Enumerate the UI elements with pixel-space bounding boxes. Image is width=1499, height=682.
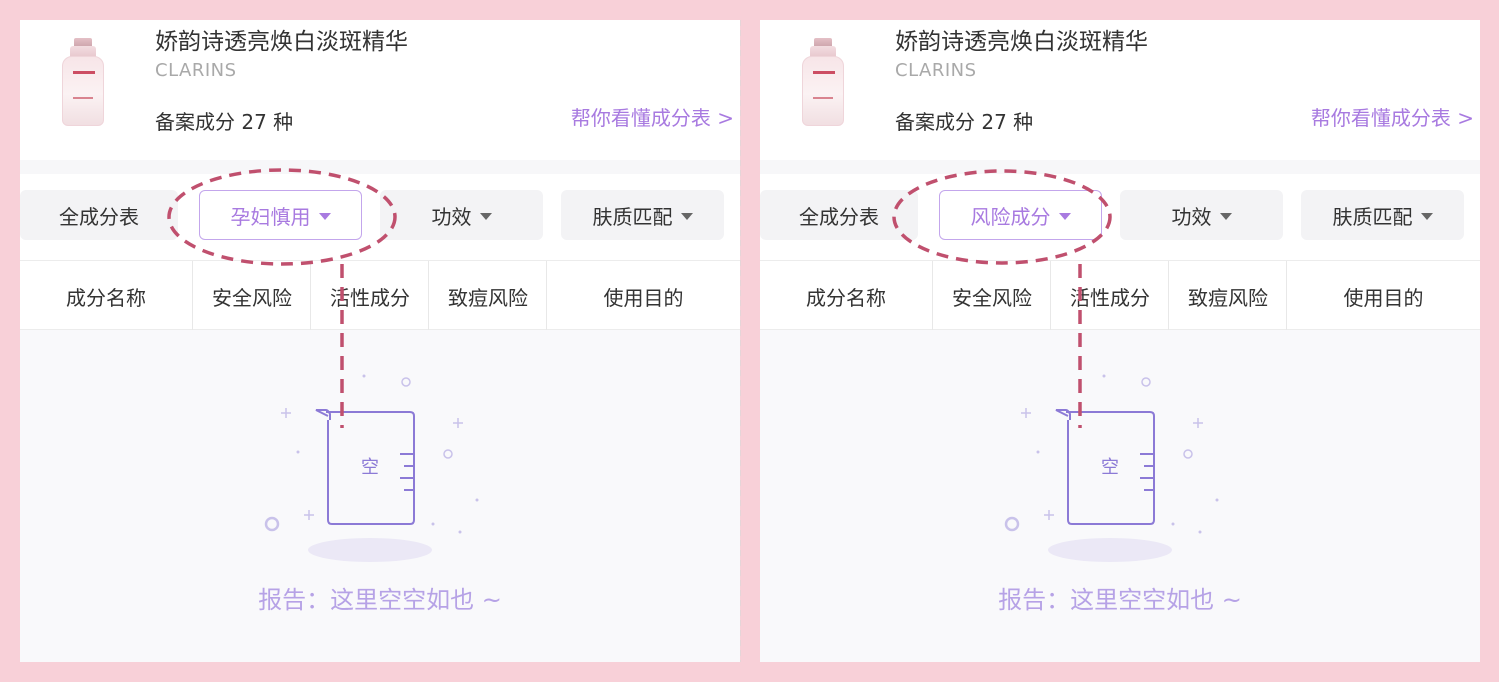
beaker-empty-label: 空 — [361, 457, 379, 478]
filter-tab-label: 风险成分 — [970, 204, 1051, 229]
filter-tab-label: 功效 — [1171, 204, 1212, 229]
section-gap — [760, 160, 1480, 174]
product-image — [60, 38, 106, 128]
column-acne-risk[interactable]: 致痘风险 — [1169, 261, 1287, 331]
caret-down-icon — [1420, 212, 1433, 220]
product-brand: CLARINS — [155, 60, 237, 81]
section-gap — [20, 160, 740, 174]
help-understand-ingredients-link[interactable]: 帮你看懂成分表 > — [571, 102, 734, 131]
product-header: 娇韵诗透亮焕白淡斑精华 CLARINS 备案成分 27 种 帮你看懂成分表 > — [760, 20, 1480, 160]
caret-down-icon — [479, 212, 492, 220]
column-active-ingredient[interactable]: 活性成分 — [311, 261, 429, 331]
ingredient-count: 备案成分 27 种 — [895, 110, 1034, 134]
filter-tab-label: 功效 — [431, 204, 472, 229]
filter-tab-label: 肤质匹配 — [592, 204, 673, 229]
empty-state: 空 报告：这里空空如也 ~ — [760, 330, 1480, 662]
column-acne-risk[interactable]: 致痘风险 — [429, 261, 547, 331]
filter-tab-skin-match[interactable]: 肤质匹配 — [1301, 190, 1464, 240]
table-header: 成分名称 安全风险 活性成分 致痘风险 使用目的 — [760, 260, 1480, 331]
empty-message: 报告：这里空空如也 ~ — [998, 586, 1242, 614]
product-name: 娇韵诗透亮焕白淡斑精华 — [155, 29, 408, 55]
column-purpose[interactable]: 使用目的 — [1287, 261, 1480, 331]
filter-tab-label: 孕妇慎用 — [230, 204, 311, 229]
filter-tab-label: 全成分表 — [799, 204, 879, 229]
help-understand-ingredients-link[interactable]: 帮你看懂成分表 > — [1311, 102, 1474, 131]
table-header: 成分名称 安全风险 活性成分 致痘风险 使用目的 — [20, 260, 740, 331]
empty-beaker-icon: 空 — [264, 374, 479, 562]
filter-bar: 全成分表 孕妇慎用 功效 肤质匹配 — [20, 174, 740, 260]
column-ingredient-name[interactable]: 成分名称 — [20, 261, 192, 331]
filter-tab-risk-ingredients[interactable]: 风险成分 — [939, 190, 1102, 240]
panel-right: 娇韵诗透亮焕白淡斑精华 CLARINS 备案成分 27 种 帮你看懂成分表 > … — [760, 20, 1480, 662]
panel-divider — [740, 20, 741, 662]
empty-beaker-icon: 空 — [1004, 374, 1219, 562]
filter-tab-label: 肤质匹配 — [1332, 204, 1413, 229]
caret-down-icon — [1058, 212, 1071, 220]
column-safety-risk[interactable]: 安全风险 — [933, 261, 1051, 331]
product-brand: CLARINS — [895, 60, 977, 81]
product-name: 娇韵诗透亮焕白淡斑精华 — [895, 29, 1148, 55]
filter-tab-all-ingredients[interactable]: 全成分表 — [760, 190, 918, 240]
product-image — [800, 38, 846, 128]
caret-down-icon — [318, 212, 331, 220]
caret-down-icon — [680, 212, 693, 220]
ingredient-count: 备案成分 27 种 — [155, 110, 294, 134]
empty-state: 空 报告：这里空空如也 ~ — [20, 330, 740, 662]
panel-left: 娇韵诗透亮焕白淡斑精华 CLARINS 备案成分 27 种 帮你看懂成分表 > … — [20, 20, 740, 662]
filter-tab-pregnancy-caution[interactable]: 孕妇慎用 — [199, 190, 362, 240]
caret-down-icon — [1219, 212, 1232, 220]
column-active-ingredient[interactable]: 活性成分 — [1051, 261, 1169, 331]
filter-bar: 全成分表 风险成分 功效 肤质匹配 — [760, 174, 1480, 260]
empty-message: 报告：这里空空如也 ~ — [258, 586, 502, 614]
column-purpose[interactable]: 使用目的 — [547, 261, 740, 331]
column-ingredient-name[interactable]: 成分名称 — [760, 261, 932, 331]
filter-tab-efficacy[interactable]: 功效 — [1120, 190, 1283, 240]
product-header: 娇韵诗透亮焕白淡斑精华 CLARINS 备案成分 27 种 帮你看懂成分表 > — [20, 20, 740, 160]
filter-tab-efficacy[interactable]: 功效 — [380, 190, 543, 240]
beaker-empty-label: 空 — [1101, 457, 1119, 478]
column-safety-risk[interactable]: 安全风险 — [193, 261, 311, 331]
filter-tab-all-ingredients[interactable]: 全成分表 — [20, 190, 178, 240]
filter-tab-skin-match[interactable]: 肤质匹配 — [561, 190, 724, 240]
filter-tab-label: 全成分表 — [59, 204, 139, 229]
